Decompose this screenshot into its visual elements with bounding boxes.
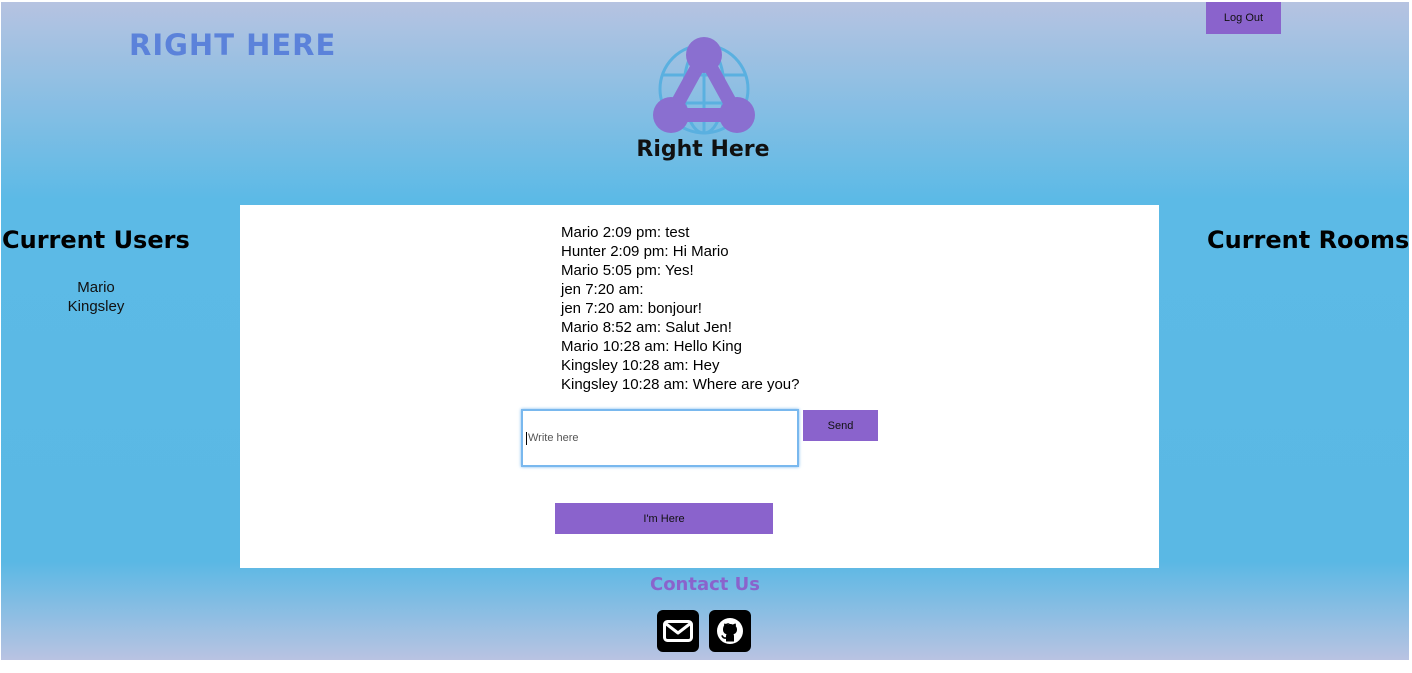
message-item: Kingsley 10:28 am: Hey: [561, 357, 720, 374]
message-text: Salut Jen!: [665, 319, 732, 336]
message-time: 10:28 am: [602, 338, 666, 355]
logout-button[interactable]: Log Out: [1206, 2, 1281, 34]
message-time: 10:28 am: [621, 357, 685, 374]
message-item: jen 7:20 am:: [561, 281, 644, 298]
message-item: Mario 5:05 pm: Yes!: [561, 262, 694, 279]
user-item[interactable]: Kingsley: [21, 297, 171, 316]
message-item: Mario 2:09 pm: test: [561, 224, 690, 241]
users-list: Mario Kingsley: [21, 278, 171, 316]
contact-us-title: Contact Us: [649, 574, 760, 595]
logo: [649, 35, 759, 146]
message-time: 2:09 pm: [610, 243, 665, 260]
message-sender: Mario: [561, 319, 599, 336]
message-sender: jen: [561, 281, 582, 298]
message-text: Hello King: [673, 338, 742, 355]
message-text: Yes!: [664, 262, 694, 279]
current-rooms-title: Current Rooms: [1207, 226, 1409, 254]
message-time: 10:28 am: [621, 376, 685, 393]
brand-title: RIGHT HERE: [129, 28, 337, 62]
message-text: Hi Mario: [672, 243, 729, 260]
message-sender: jen: [561, 300, 582, 317]
envelope-icon[interactable]: [657, 610, 699, 652]
message-text: Hey: [692, 357, 720, 374]
message-text: bonjour!: [647, 300, 702, 317]
message-sender: Mario: [561, 262, 599, 279]
message-sender: Mario: [561, 338, 599, 355]
message-item: Mario 8:52 am: Salut Jen!: [561, 319, 732, 336]
message-sender: Kingsley: [561, 357, 618, 374]
message-time: 8:52 am: [602, 319, 657, 336]
message-list: Mario 2:09 pm: test Hunter 2:09 pm: Hi M…: [561, 223, 800, 394]
message-time: 2:09 pm: [602, 224, 657, 241]
message-sender: Mario: [561, 224, 599, 241]
message-input[interactable]: Write here: [521, 409, 799, 467]
message-item: jen 7:20 am: bonjour!: [561, 300, 702, 317]
message-time: 5:05 pm: [602, 262, 657, 279]
current-users-title: Current Users: [2, 226, 190, 254]
message-time: 7:20 am: [585, 300, 640, 317]
chat-panel: Mario 2:09 pm: test Hunter 2:09 pm: Hi M…: [240, 205, 1159, 568]
send-button[interactable]: Send: [803, 410, 878, 441]
message-text: Where are you?: [692, 376, 800, 393]
message-input-placeholder: Write here: [528, 432, 579, 444]
message-text: test: [665, 224, 690, 241]
message-sender: Kingsley: [561, 376, 618, 393]
im-here-button[interactable]: I'm Here: [555, 503, 773, 534]
logo-title: Right Here: [636, 137, 770, 162]
message-item: Hunter 2:09 pm: Hi Mario: [561, 243, 729, 260]
message-item: Mario 10:28 am: Hello King: [561, 338, 742, 355]
message-sender: Hunter: [561, 243, 607, 260]
user-item[interactable]: Mario: [21, 278, 171, 297]
network-globe-icon: [653, 37, 755, 135]
app-frame: RIGHT HERE Log Out Right Here Current Us…: [1, 2, 1409, 660]
github-icon[interactable]: [709, 610, 751, 652]
message-item: Kingsley 10:28 am: Where are you?: [561, 376, 800, 393]
message-time: 7:20 am: [585, 281, 640, 298]
